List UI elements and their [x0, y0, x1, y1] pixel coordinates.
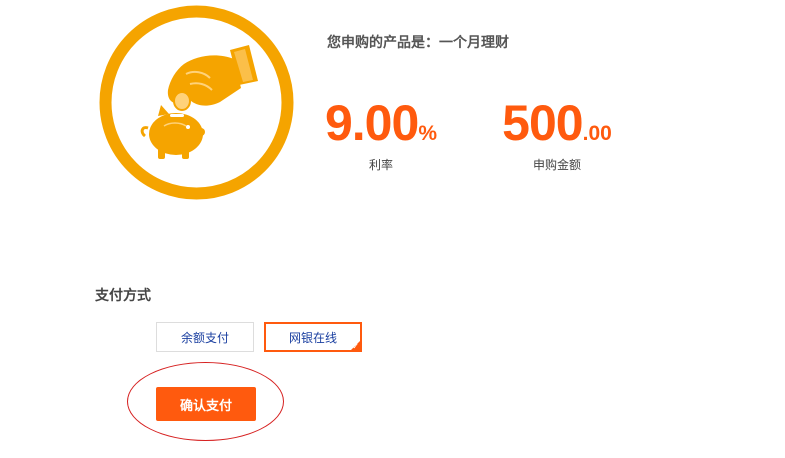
interest-rate-stat: 9.00% 利率: [322, 98, 440, 173]
balance-payment-option[interactable]: 余额支付: [156, 322, 254, 352]
purchase-amount-decimals: .00: [582, 122, 612, 145]
confirm-payment-button[interactable]: 确认支付: [156, 387, 256, 421]
piggy-bank-icon: [140, 105, 205, 159]
purchase-amount-label: 申购金额: [532, 158, 581, 172]
balance-payment-label: 余额支付: [180, 330, 229, 345]
online-banking-label: 网银在线: [288, 330, 337, 345]
checkmark-icon: ✓: [352, 342, 359, 351]
interest-rate-label: 利率: [368, 158, 393, 172]
product-name-text: 您申购的产品是：一个月理财: [327, 35, 509, 51]
payment-method-title: 支付方式: [95, 288, 151, 304]
savings-logo: [99, 5, 294, 200]
interest-rate-value: 9.00: [324, 95, 419, 151]
hand-dropping-coin-icon: [167, 45, 258, 111]
online-banking-option[interactable]: 网银在线 ✓: [264, 322, 362, 352]
purchase-amount-stat: 500.00 申购金额: [500, 98, 614, 173]
purchase-amount-value: 500: [502, 95, 583, 151]
interest-rate-unit: %: [418, 122, 437, 145]
